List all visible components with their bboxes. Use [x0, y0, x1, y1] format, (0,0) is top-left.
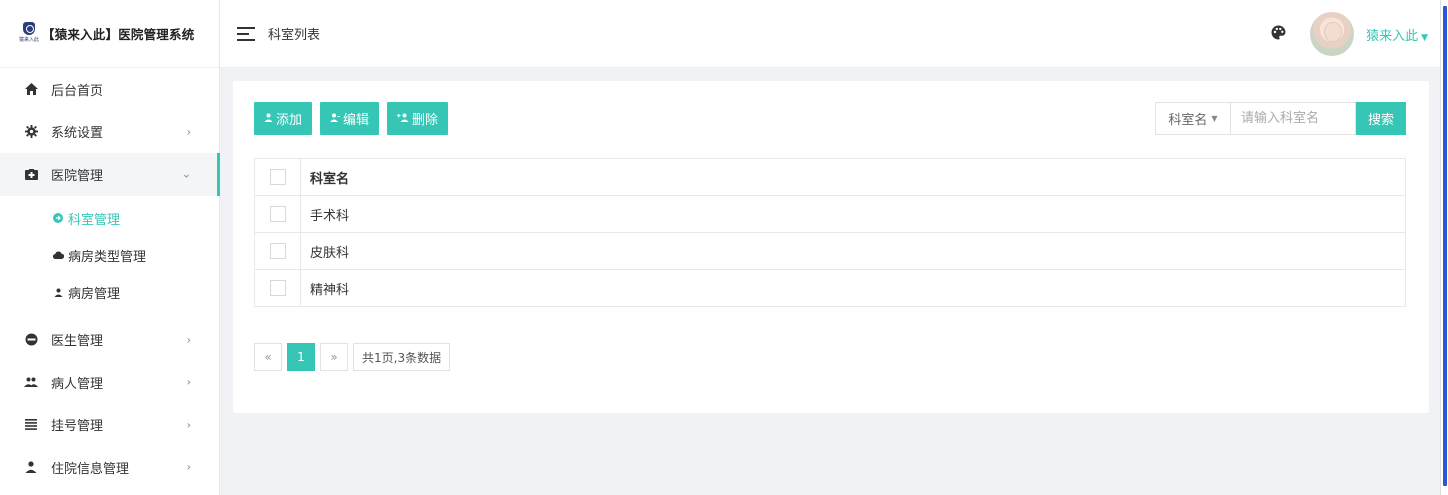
- hospital-icon: [24, 167, 38, 181]
- sidebar-subitem-label: 病房类型管理: [68, 249, 147, 265]
- sidebar-item-doctor[interactable]: 医生管理 ›: [0, 319, 219, 362]
- delete-button-label: 删除: [412, 113, 439, 128]
- content-card: 添加 编辑 删除 科室名▼ 搜索 科室名: [233, 81, 1429, 413]
- chevron-down-icon: ⌄: [181, 167, 191, 181]
- sidebar-subitem-ward-type[interactable]: 病房类型管理: [0, 237, 219, 274]
- cloud-icon: [52, 251, 64, 259]
- page-button-current[interactable]: 1: [287, 343, 315, 371]
- search-input[interactable]: [1230, 102, 1356, 135]
- table-row[interactable]: 精神科: [254, 269, 1406, 307]
- select-all-checkbox[interactable]: [269, 169, 286, 185]
- palette-icon[interactable]: [1271, 25, 1286, 44]
- doctor-icon: [24, 333, 38, 347]
- user-plus-icon: [264, 113, 273, 125]
- sidebar-subitem-label: 病房管理: [68, 286, 121, 302]
- page-title: 科室列表: [268, 28, 321, 43]
- sidebar-item-registration[interactable]: 挂号管理 ›: [0, 404, 219, 447]
- sidebar-subitem-ward[interactable]: 病房管理: [0, 274, 219, 311]
- logo-icon: 猿来入此: [18, 21, 40, 47]
- chevron-right-icon: ›: [186, 460, 191, 474]
- column-header-name: 科室名: [300, 158, 1406, 196]
- department-name-cell: 皮肤科: [300, 232, 1406, 270]
- chevron-right-icon: ›: [186, 418, 191, 432]
- list-icon: [24, 418, 38, 432]
- add-button[interactable]: 添加: [254, 102, 313, 135]
- user-icon: [52, 288, 64, 297]
- vertical-scrollbar[interactable]: [1440, 0, 1448, 495]
- header-right: 猿来入此 ▼: [1271, 0, 1428, 68]
- scrollbar-thumb[interactable]: [1443, 6, 1447, 486]
- delete-button[interactable]: 删除: [387, 102, 449, 135]
- search-field-label: 科室名: [1168, 113, 1208, 128]
- edit-button[interactable]: 编辑: [320, 102, 380, 135]
- sidebar-item-inpatient[interactable]: 住院信息管理 ›: [0, 446, 219, 489]
- logo-area: 猿来入此 【猿来入此】医院管理系统: [0, 0, 219, 68]
- row-checkbox[interactable]: [269, 280, 286, 296]
- department-table: 科室名 手术科 皮肤科 精神科: [254, 158, 1406, 307]
- username-label: 猿来入此: [1366, 28, 1419, 44]
- edit-button-label: 编辑: [343, 113, 370, 128]
- gear-icon: [24, 125, 38, 139]
- home-icon: [24, 82, 38, 96]
- caret-down-icon: ▼: [1211, 114, 1218, 123]
- sidebar-subitem-department[interactable]: 科室管理: [0, 200, 219, 237]
- prev-page-button[interactable]: «: [254, 343, 282, 371]
- row-checkbox-cell: [254, 232, 301, 270]
- circle-arrow-icon: [52, 213, 64, 223]
- person-icon: [24, 460, 38, 474]
- select-all-cell: [254, 158, 301, 196]
- department-name-cell: 手术科: [300, 195, 1406, 233]
- row-checkbox[interactable]: [269, 243, 286, 259]
- top-header: 科室列表 猿来入此 ▼: [220, 0, 1440, 68]
- chevron-right-icon: ›: [186, 125, 191, 139]
- row-checkbox-cell: [254, 195, 301, 233]
- toolbar: 添加 编辑 删除: [254, 102, 449, 135]
- sidebar-item-label: 病人管理: [51, 376, 104, 392]
- caret-down-icon: ▼: [1421, 32, 1428, 43]
- sidebar-item-patient[interactable]: 病人管理 ›: [0, 361, 219, 404]
- hospital-submenu: 科室管理 病房类型管理 病房管理: [0, 196, 219, 319]
- user-remove-icon: [397, 113, 409, 125]
- sidebar: 猿来入此 【猿来入此】医院管理系统 后台首页 系统设置 › 医院管理 ⌄ 科室管…: [0, 0, 220, 495]
- sidebar-item-label: 医生管理: [51, 334, 104, 350]
- people-icon: [24, 375, 38, 389]
- chevron-right-icon: ›: [186, 333, 191, 347]
- search-field-select[interactable]: 科室名 ▼: [1155, 102, 1230, 135]
- table-row[interactable]: 皮肤科: [254, 232, 1406, 270]
- chevron-right-icon: ›: [186, 375, 191, 389]
- sidebar-item-label: 系统设置: [51, 126, 104, 142]
- app-title: 【猿来入此】医院管理系统: [42, 27, 195, 42]
- table-row[interactable]: 手术科: [254, 195, 1406, 233]
- sidebar-subitem-label: 科室管理: [68, 212, 121, 228]
- search-button[interactable]: 搜索: [1356, 102, 1406, 135]
- pagination-summary: 共1页,3条数据: [353, 343, 451, 371]
- pagination: « 1 » 共1页,3条数据: [254, 343, 451, 371]
- sidebar-item-label: 住院信息管理: [51, 461, 130, 477]
- sidebar-item-hospital[interactable]: 医院管理 ⌄: [0, 153, 220, 196]
- menu-toggle-icon[interactable]: [237, 26, 255, 41]
- sidebar-item-label: 后台首页: [51, 83, 104, 99]
- user-edit-icon: [330, 113, 341, 125]
- next-page-button[interactable]: »: [320, 343, 348, 371]
- sidebar-item-label: 医院管理: [51, 168, 104, 184]
- department-name-cell: 精神科: [300, 269, 1406, 307]
- row-checkbox-cell: [254, 269, 301, 307]
- sidebar-item-settings[interactable]: 系统设置 ›: [0, 111, 219, 154]
- add-button-label: 添加: [276, 113, 303, 128]
- search-bar: 科室名▼ 搜索: [1155, 102, 1406, 135]
- avatar[interactable]: [1310, 12, 1355, 56]
- user-menu[interactable]: 猿来入此 ▼: [1366, 25, 1428, 44]
- sidebar-item-label: 挂号管理: [51, 419, 104, 435]
- row-checkbox[interactable]: [269, 206, 286, 222]
- table-header-row: 科室名: [254, 158, 1406, 196]
- sidebar-item-home[interactable]: 后台首页: [0, 68, 219, 111]
